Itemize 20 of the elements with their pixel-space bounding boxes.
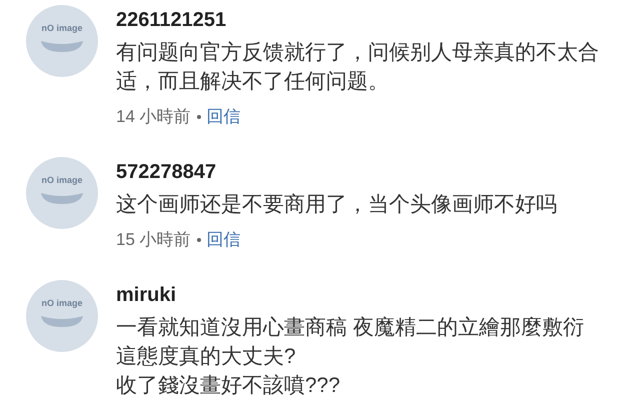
avatar-label: nO image [41, 23, 82, 33]
smile-icon [39, 314, 85, 328]
username: 2261121251 [116, 8, 226, 33]
separator-dot [196, 115, 201, 119]
timestamp: 15 小時前 [116, 229, 191, 251]
username: miruki [116, 283, 176, 308]
comment-text: 有问题向官方反馈就行了，问候别人母亲真的不太合适，而且解决不了任何问题。 [116, 40, 600, 95]
reply-link[interactable]: 回信 [206, 102, 241, 132]
comment-text: 一看就知道沒用心畫商稿 夜魔精二的立繪那麼敷衍 [116, 315, 585, 341]
avatar-label: nO image [41, 298, 82, 308]
avatar-label: nO image [41, 175, 82, 185]
comment-text: 收了錢沒畫好不該噴??? [116, 373, 342, 399]
comment-text: 这个画师还是不要商用了，当个头像画师不好吗 [116, 192, 558, 218]
username: 572278847 [116, 160, 216, 185]
separator-dot [196, 238, 201, 242]
comment-text: 這態度真的大丈夫? [116, 344, 297, 370]
timestamp: 14 小時前 [116, 106, 191, 128]
smile-icon [39, 191, 85, 205]
smile-icon [39, 39, 85, 53]
reply-link[interactable]: 回信 [206, 225, 241, 255]
